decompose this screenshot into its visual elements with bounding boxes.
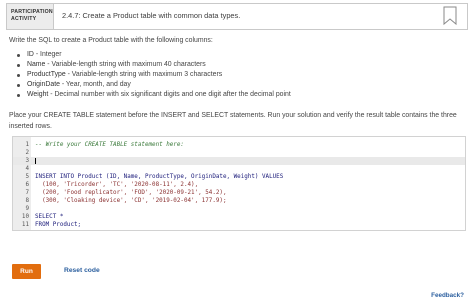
code-line[interactable]: 9: [13, 205, 465, 213]
column-desc: - Decimal number with six significant di…: [48, 91, 291, 98]
column-desc: - Variable-length string with maximum 40…: [45, 61, 206, 68]
column-name: ProductType: [27, 71, 66, 78]
badge-line-1: PARTICIPATION: [11, 9, 53, 15]
code-line[interactable]: 11 FROM Product;: [13, 221, 465, 229]
column-desc: - Integer: [33, 51, 62, 58]
code-text: -- Write your CREATE TABLE statement her…: [35, 142, 184, 148]
code-line[interactable]: 2: [13, 149, 465, 157]
column-desc: - Year, month, and day: [59, 81, 131, 88]
code-text: INSERT INTO Product (ID, Name, ProductTy…: [35, 174, 284, 180]
run-button[interactable]: Run: [12, 264, 41, 279]
code-text: (100, 'Tricorder', 'TC', '2020-08-11', 2…: [35, 182, 199, 188]
list-item: Weight - Decimal number with six signifi…: [17, 90, 291, 100]
code-line[interactable]: 4: [13, 165, 465, 173]
placement-instructions: Place your CREATE TABLE statement before…: [9, 112, 457, 130]
reset-code-button[interactable]: Reset code: [64, 267, 100, 274]
list-item: Name - Variable-length string with maxim…: [17, 60, 291, 70]
line-number: 3: [25, 158, 29, 164]
code-text: FROM Product;: [35, 222, 82, 228]
list-item: ID - Integer: [17, 50, 291, 60]
activity-badge: PARTICIPATION ACTIVITY: [7, 4, 54, 29]
activity-header: PARTICIPATION ACTIVITY 2.4.7: Create a P…: [6, 3, 468, 30]
bookmark-icon[interactable]: [443, 6, 457, 26]
code-line[interactable]: 6 (100, 'Tricorder', 'TC', '2020-08-11',…: [13, 181, 465, 189]
code-line[interactable]: 1 -- Write your CREATE TABLE statement he…: [13, 141, 465, 149]
column-name: ID: [27, 51, 34, 58]
column-name: Weight: [27, 91, 49, 98]
text-cursor: [35, 158, 36, 164]
code-line[interactable]: 8 (300, 'Cloaking device', 'CD', '2019-0…: [13, 197, 465, 205]
column-desc: - Variable-length string with maximum 3 …: [65, 71, 223, 78]
line-number: 4: [25, 166, 29, 172]
code-editor[interactable]: 1 -- Write your CREATE TABLE statement he…: [12, 136, 466, 231]
instructions-intro: Write the SQL to create a Product table …: [9, 37, 213, 44]
code-line[interactable]: 10 SELECT *: [13, 213, 465, 221]
code-text: (200, 'Food replicator', 'FOD', '2020-09…: [35, 190, 227, 196]
line-number: 10: [21, 214, 29, 220]
code-line[interactable]: 5 INSERT INTO Product (ID, Name, ProductT…: [13, 173, 465, 181]
line-number: 11: [21, 222, 29, 228]
code-text: SELECT *: [35, 214, 64, 220]
column-name: Name: [27, 61, 46, 68]
list-item: ProductType - Variable-length string wit…: [17, 70, 291, 80]
line-number: 9: [25, 206, 29, 212]
activity-title: 2.4.7: Create a Product table with commo…: [62, 11, 241, 20]
line-number: 7: [25, 190, 29, 196]
line-number: 8: [25, 198, 29, 204]
code-text: (300, 'Cloaking device', 'CD', '2019-02-…: [35, 198, 227, 204]
column-name: OriginDate: [27, 81, 60, 88]
line-number: 2: [25, 150, 29, 156]
list-item: OriginDate - Year, month, and day: [17, 80, 291, 90]
line-number: 6: [25, 182, 29, 188]
code-line-active[interactable]: 3: [13, 157, 465, 165]
badge-line-2: ACTIVITY: [11, 16, 37, 22]
column-list: ID - Integer Name - Variable-length stri…: [17, 50, 291, 100]
line-number: 1: [25, 142, 29, 148]
code-line[interactable]: 7 (200, 'Food replicator', 'FOD', '2020-…: [13, 189, 465, 197]
line-number: 5: [25, 174, 29, 180]
feedback-link[interactable]: Feedback?: [431, 292, 464, 299]
